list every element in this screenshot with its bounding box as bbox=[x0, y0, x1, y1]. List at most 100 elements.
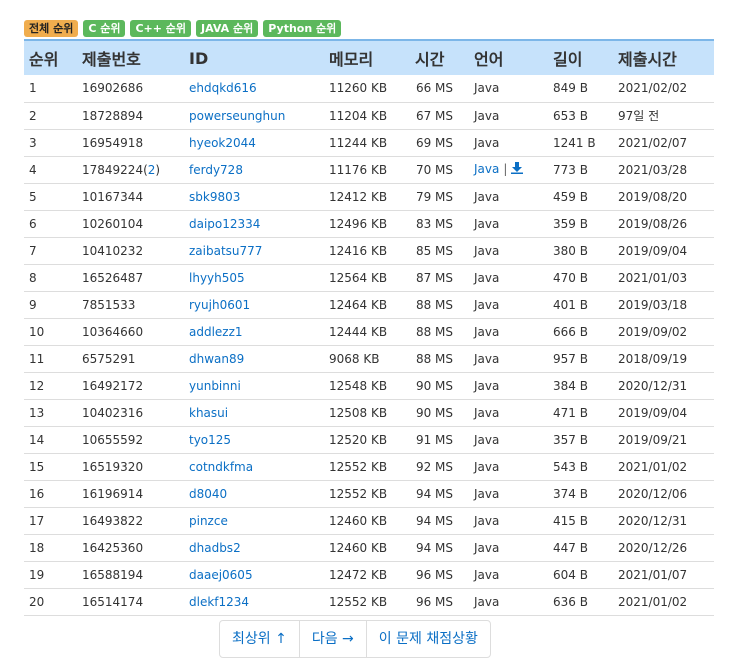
filter-c[interactable]: C 순위 bbox=[83, 20, 126, 37]
table-row: 10 10364660 addlezz1 12444 KB 88 MS Java 666 B… bbox=[24, 318, 714, 345]
user-id-cell: ryujh0601 bbox=[184, 291, 324, 318]
memory-cell: 12552 KB bbox=[329, 594, 388, 609]
user-id-link[interactable]: daaej0605 bbox=[189, 568, 253, 582]
user-id-cell: cotndkfma bbox=[184, 453, 324, 480]
filter-java[interactable]: JAVA 순위 bbox=[196, 20, 259, 37]
download-icon[interactable] bbox=[511, 162, 524, 177]
language-cell: Java bbox=[474, 594, 500, 609]
language-cell: Java bbox=[474, 378, 500, 393]
rank-cell: 18 bbox=[29, 540, 45, 555]
user-id-cell: sbk9803 bbox=[184, 183, 324, 210]
memory-cell: 12464 KB bbox=[329, 297, 388, 312]
header-time[interactable]: 시간 bbox=[410, 40, 469, 75]
time-cell: 96 MS bbox=[415, 567, 453, 582]
length-cell: 380 B bbox=[553, 243, 588, 258]
filter-all[interactable]: 전체 순위 bbox=[24, 20, 79, 37]
memory-cell: 12520 KB bbox=[329, 432, 388, 447]
user-id-link[interactable]: tyo125 bbox=[189, 433, 231, 447]
submission-cell: 16902686 bbox=[82, 81, 144, 96]
time-cell: 88 MS bbox=[415, 297, 453, 312]
length-cell: 666 B bbox=[553, 324, 588, 339]
language-cell: Java bbox=[474, 351, 500, 366]
time-cell: 88 MS bbox=[415, 324, 453, 339]
submission-cell: 7851533 bbox=[82, 297, 136, 312]
table-row: 13 10402316 khasui 12508 KB 90 MS Java 471 B 20… bbox=[24, 399, 714, 426]
language-cell: Java bbox=[474, 513, 500, 528]
language-cell: Java bbox=[474, 324, 500, 339]
user-id-link[interactable]: pinzce bbox=[189, 514, 228, 528]
user-id-link[interactable]: khasui bbox=[189, 406, 228, 420]
submission-cell: 18728894 bbox=[82, 108, 144, 123]
table-row: 4 17849224(2) ferdy728 11176 KB 70 MS Java | 77… bbox=[24, 156, 714, 183]
rank-cell: 15 bbox=[29, 459, 45, 474]
length-cell: 543 B bbox=[553, 459, 588, 474]
submission-cell: 10410232 bbox=[82, 243, 144, 258]
submitted-cell: 2021/03/28 bbox=[618, 162, 688, 177]
header-submission[interactable]: 제출번호 bbox=[77, 40, 184, 75]
user-id-link[interactable]: powerseunghun bbox=[189, 109, 285, 123]
memory-cell: 12412 KB bbox=[329, 189, 388, 204]
user-id-link[interactable]: hyeok2044 bbox=[189, 136, 256, 150]
user-id-link[interactable]: zaibatsu777 bbox=[189, 244, 262, 258]
memory-cell: 12444 KB bbox=[329, 324, 388, 339]
header-rank[interactable]: 순위 bbox=[24, 40, 77, 75]
length-cell: 636 B bbox=[553, 594, 588, 609]
submitted-cell: 2021/01/03 bbox=[618, 270, 688, 285]
submission-cell: 16526487 bbox=[82, 270, 144, 285]
filter-python[interactable]: Python 순위 bbox=[263, 20, 342, 37]
submission-cell: 10167344 bbox=[82, 189, 144, 204]
header-id[interactable]: ID bbox=[184, 40, 324, 75]
table-row: 12 16492172 yunbinni 12548 KB 90 MS Java 384 B… bbox=[24, 372, 714, 399]
time-cell: 79 MS bbox=[415, 189, 453, 204]
status-button[interactable]: 이 문제 채점상황 bbox=[367, 621, 490, 657]
user-id-link[interactable]: ehdqkd616 bbox=[189, 81, 257, 95]
user-id-link[interactable]: yunbinni bbox=[189, 379, 241, 393]
length-cell: 357 B bbox=[553, 432, 588, 447]
filter-cpp[interactable]: C++ 순위 bbox=[130, 20, 192, 37]
length-cell: 359 B bbox=[553, 216, 588, 231]
header-memory[interactable]: 메모리 bbox=[324, 40, 410, 75]
user-id-link[interactable]: d8040 bbox=[189, 487, 227, 501]
language-cell: Java bbox=[474, 135, 500, 150]
language-cell: Java bbox=[474, 540, 500, 555]
length-cell: 849 B bbox=[553, 81, 588, 96]
time-cell: 66 MS bbox=[415, 81, 453, 96]
header-submitted[interactable]: 제출시간 bbox=[613, 40, 714, 75]
table-row: 7 10410232 zaibatsu777 12416 KB 85 MS Java 380… bbox=[24, 237, 714, 264]
user-id-link[interactable]: dhadbs2 bbox=[189, 541, 241, 555]
user-id-link[interactable]: ferdy728 bbox=[189, 163, 243, 177]
header-length[interactable]: 길이 bbox=[548, 40, 613, 75]
rank-cell: 1 bbox=[29, 81, 37, 96]
language-link[interactable]: Java bbox=[474, 162, 499, 176]
user-id-link[interactable]: addlezz1 bbox=[189, 325, 243, 339]
rank-cell: 3 bbox=[29, 135, 37, 150]
length-cell: 459 B bbox=[553, 189, 588, 204]
memory-cell: 11176 KB bbox=[329, 162, 388, 177]
time-cell: 87 MS bbox=[415, 270, 453, 285]
language-cell: Java bbox=[474, 108, 500, 123]
user-id-link[interactable]: daipo12334 bbox=[189, 217, 260, 231]
top-button[interactable]: 최상위 ↑ bbox=[220, 621, 300, 657]
submitted-cell: 2018/09/19 bbox=[618, 351, 688, 366]
header-language[interactable]: 언어 bbox=[469, 40, 548, 75]
table-row: 15 16519320 cotndkfma 12552 KB 92 MS Java 543 … bbox=[24, 453, 714, 480]
table-row: 20 16514174 dlekf1234 12552 KB 96 MS Java 636 … bbox=[24, 588, 714, 615]
submitted-cell: 2019/09/04 bbox=[618, 405, 688, 420]
length-cell: 384 B bbox=[553, 378, 588, 393]
user-id-link[interactable]: cotndkfma bbox=[189, 460, 253, 474]
length-cell: 1241 B bbox=[553, 135, 596, 150]
memory-cell: 12552 KB bbox=[329, 486, 388, 501]
next-button[interactable]: 다음 → bbox=[300, 621, 367, 657]
user-id-cell: daaej0605 bbox=[184, 561, 324, 588]
submission-close: ) bbox=[155, 162, 161, 177]
user-id-cell: dlekf1234 bbox=[184, 588, 324, 615]
user-id-link[interactable]: ryujh0601 bbox=[189, 298, 250, 312]
submitted-cell: 2019/08/20 bbox=[618, 189, 688, 204]
user-id-link[interactable]: lhyyh505 bbox=[189, 271, 245, 285]
submitted-cell: 2021/02/07 bbox=[618, 135, 688, 150]
user-id-link[interactable]: dlekf1234 bbox=[189, 595, 249, 609]
user-id-cell: dhwan89 bbox=[184, 345, 324, 372]
submission-cell: 16425360 bbox=[82, 540, 144, 555]
user-id-link[interactable]: sbk9803 bbox=[189, 190, 240, 204]
user-id-link[interactable]: dhwan89 bbox=[189, 352, 244, 366]
